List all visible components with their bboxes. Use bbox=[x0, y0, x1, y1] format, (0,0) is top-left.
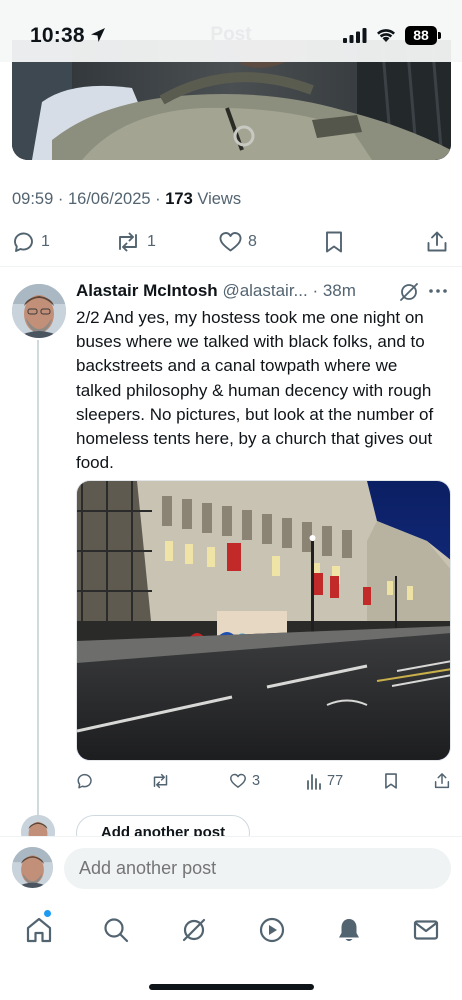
repost-icon bbox=[153, 773, 168, 789]
nav-video[interactable] bbox=[256, 914, 288, 946]
bookmark-button[interactable] bbox=[323, 230, 345, 254]
wifi-icon bbox=[377, 29, 395, 42]
reply-text: 2/2 And yes, my hostess took me one nigh… bbox=[76, 308, 434, 473]
thread-line bbox=[37, 340, 39, 815]
home-indicator bbox=[149, 984, 314, 990]
home-icon bbox=[26, 917, 52, 943]
nav-notifications[interactable] bbox=[333, 914, 365, 946]
views-count: 173 bbox=[165, 190, 193, 208]
reply-button[interactable]: 1 bbox=[12, 230, 50, 254]
share-button[interactable] bbox=[425, 230, 449, 254]
post-metadata: 09:59 · 16/06/2025 · 173 Views bbox=[12, 190, 242, 208]
notification-dot bbox=[44, 910, 51, 917]
composer-input[interactable] bbox=[64, 848, 451, 889]
heart-icon bbox=[219, 232, 242, 252]
like-button[interactable]: 3 bbox=[229, 772, 260, 790]
nav-home[interactable] bbox=[23, 914, 55, 946]
reply-header: Alastair McIntosh @alastair... · 38m bbox=[76, 281, 356, 300]
like-count: 3 bbox=[252, 773, 261, 789]
reply-media-image[interactable] bbox=[76, 480, 451, 761]
like-count: 8 bbox=[248, 233, 257, 250]
signal-icon bbox=[343, 28, 367, 43]
share-icon bbox=[427, 231, 447, 252]
nav-search[interactable] bbox=[100, 914, 132, 946]
views-label: Views bbox=[197, 190, 242, 208]
nav-grok[interactable] bbox=[178, 914, 210, 946]
repost-button[interactable]: 1 bbox=[114, 230, 156, 254]
reply-count: 1 bbox=[41, 233, 50, 250]
share-button[interactable] bbox=[433, 772, 451, 790]
repost-button[interactable] bbox=[150, 772, 171, 790]
post-time: 09:59 bbox=[12, 190, 54, 208]
share-icon bbox=[434, 773, 450, 789]
status-bar: Post 10:38 88 bbox=[0, 0, 462, 62]
post-age: 38m bbox=[322, 281, 356, 300]
avatar[interactable] bbox=[12, 284, 66, 338]
location-arrow-icon bbox=[91, 28, 105, 42]
status-time: 10:38 bbox=[30, 24, 85, 47]
bookmark-icon bbox=[385, 773, 397, 789]
grok-icon bbox=[182, 918, 206, 942]
like-button[interactable]: 8 bbox=[218, 230, 257, 254]
search-icon bbox=[104, 918, 129, 943]
author-handle[interactable]: @alastair... bbox=[222, 281, 307, 300]
reply-button[interactable] bbox=[76, 772, 94, 790]
messages-icon bbox=[413, 920, 439, 940]
avatar bbox=[12, 847, 53, 888]
analytics-icon bbox=[307, 774, 321, 790]
notifications-icon bbox=[339, 919, 359, 941]
repost-count: 1 bbox=[147, 233, 156, 250]
views-count: 77 bbox=[327, 773, 344, 789]
more-options-icon[interactable] bbox=[428, 288, 448, 294]
reply-composer bbox=[0, 836, 462, 898]
street-photo bbox=[77, 481, 450, 760]
post-date: 16/06/2025 bbox=[67, 190, 151, 208]
author-name[interactable]: Alastair McIntosh bbox=[76, 281, 218, 300]
reply-icon bbox=[77, 773, 92, 789]
nav-messages[interactable] bbox=[410, 914, 442, 946]
views-button[interactable]: 77 bbox=[306, 772, 343, 790]
avatar-photo bbox=[12, 284, 66, 338]
heart-icon bbox=[230, 773, 246, 788]
divider bbox=[0, 266, 462, 267]
repost-icon bbox=[119, 232, 137, 252]
bookmark-icon bbox=[326, 231, 342, 253]
video-icon bbox=[259, 917, 285, 943]
reply-icon bbox=[14, 232, 33, 252]
battery-indicator: 88 bbox=[405, 26, 441, 45]
bookmark-button[interactable] bbox=[383, 772, 399, 790]
grok-icon[interactable] bbox=[398, 281, 420, 303]
